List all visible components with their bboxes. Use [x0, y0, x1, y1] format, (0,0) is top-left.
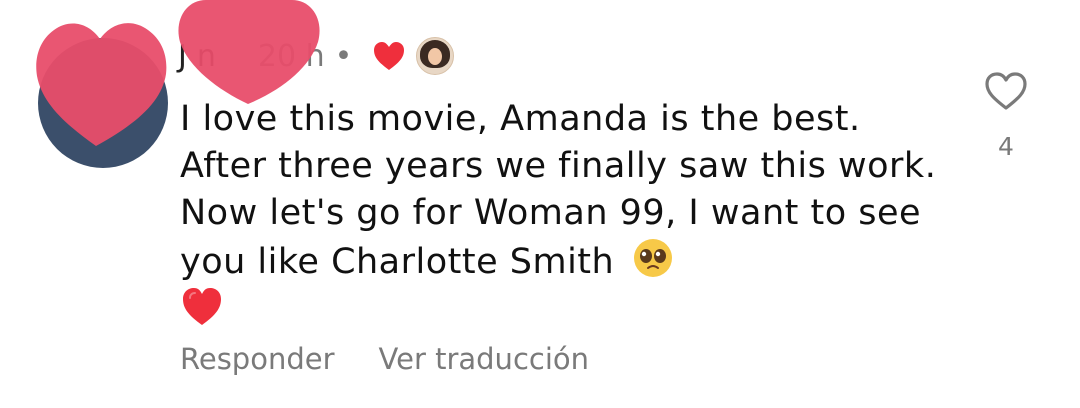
comment-like: 4: [976, 70, 1036, 170]
heart-outline-icon[interactable]: [983, 70, 1029, 112]
comment-body: I love this movie, Amanda is the best. A…: [180, 96, 940, 334]
commenter-avatar[interactable]: [38, 38, 168, 168]
commenter-username[interactable]: J: [178, 39, 187, 74]
creator-liked-heart-icon: [374, 42, 405, 70]
comment: J n 20 h • I love this movie, Amanda is …: [0, 0, 1080, 408]
comment-actions: Responder Ver traducción: [180, 342, 589, 376]
commenter-username-tail[interactable]: n: [197, 39, 216, 74]
pleading-face-emoji-icon: [633, 239, 672, 277]
comment-text: I love this movie, Amanda is the best. A…: [180, 99, 937, 282]
separator-dot: •: [334, 38, 353, 74]
creator-avatar: [416, 37, 455, 75]
translate-button[interactable]: Ver traducción: [379, 342, 590, 376]
red-heart-emoji-icon: [183, 288, 221, 325]
like-count: 4: [998, 132, 1014, 161]
comment-timestamp: 20 h: [257, 38, 325, 74]
comment-header: J n 20 h •: [178, 34, 455, 78]
reply-button[interactable]: Responder: [180, 342, 335, 376]
